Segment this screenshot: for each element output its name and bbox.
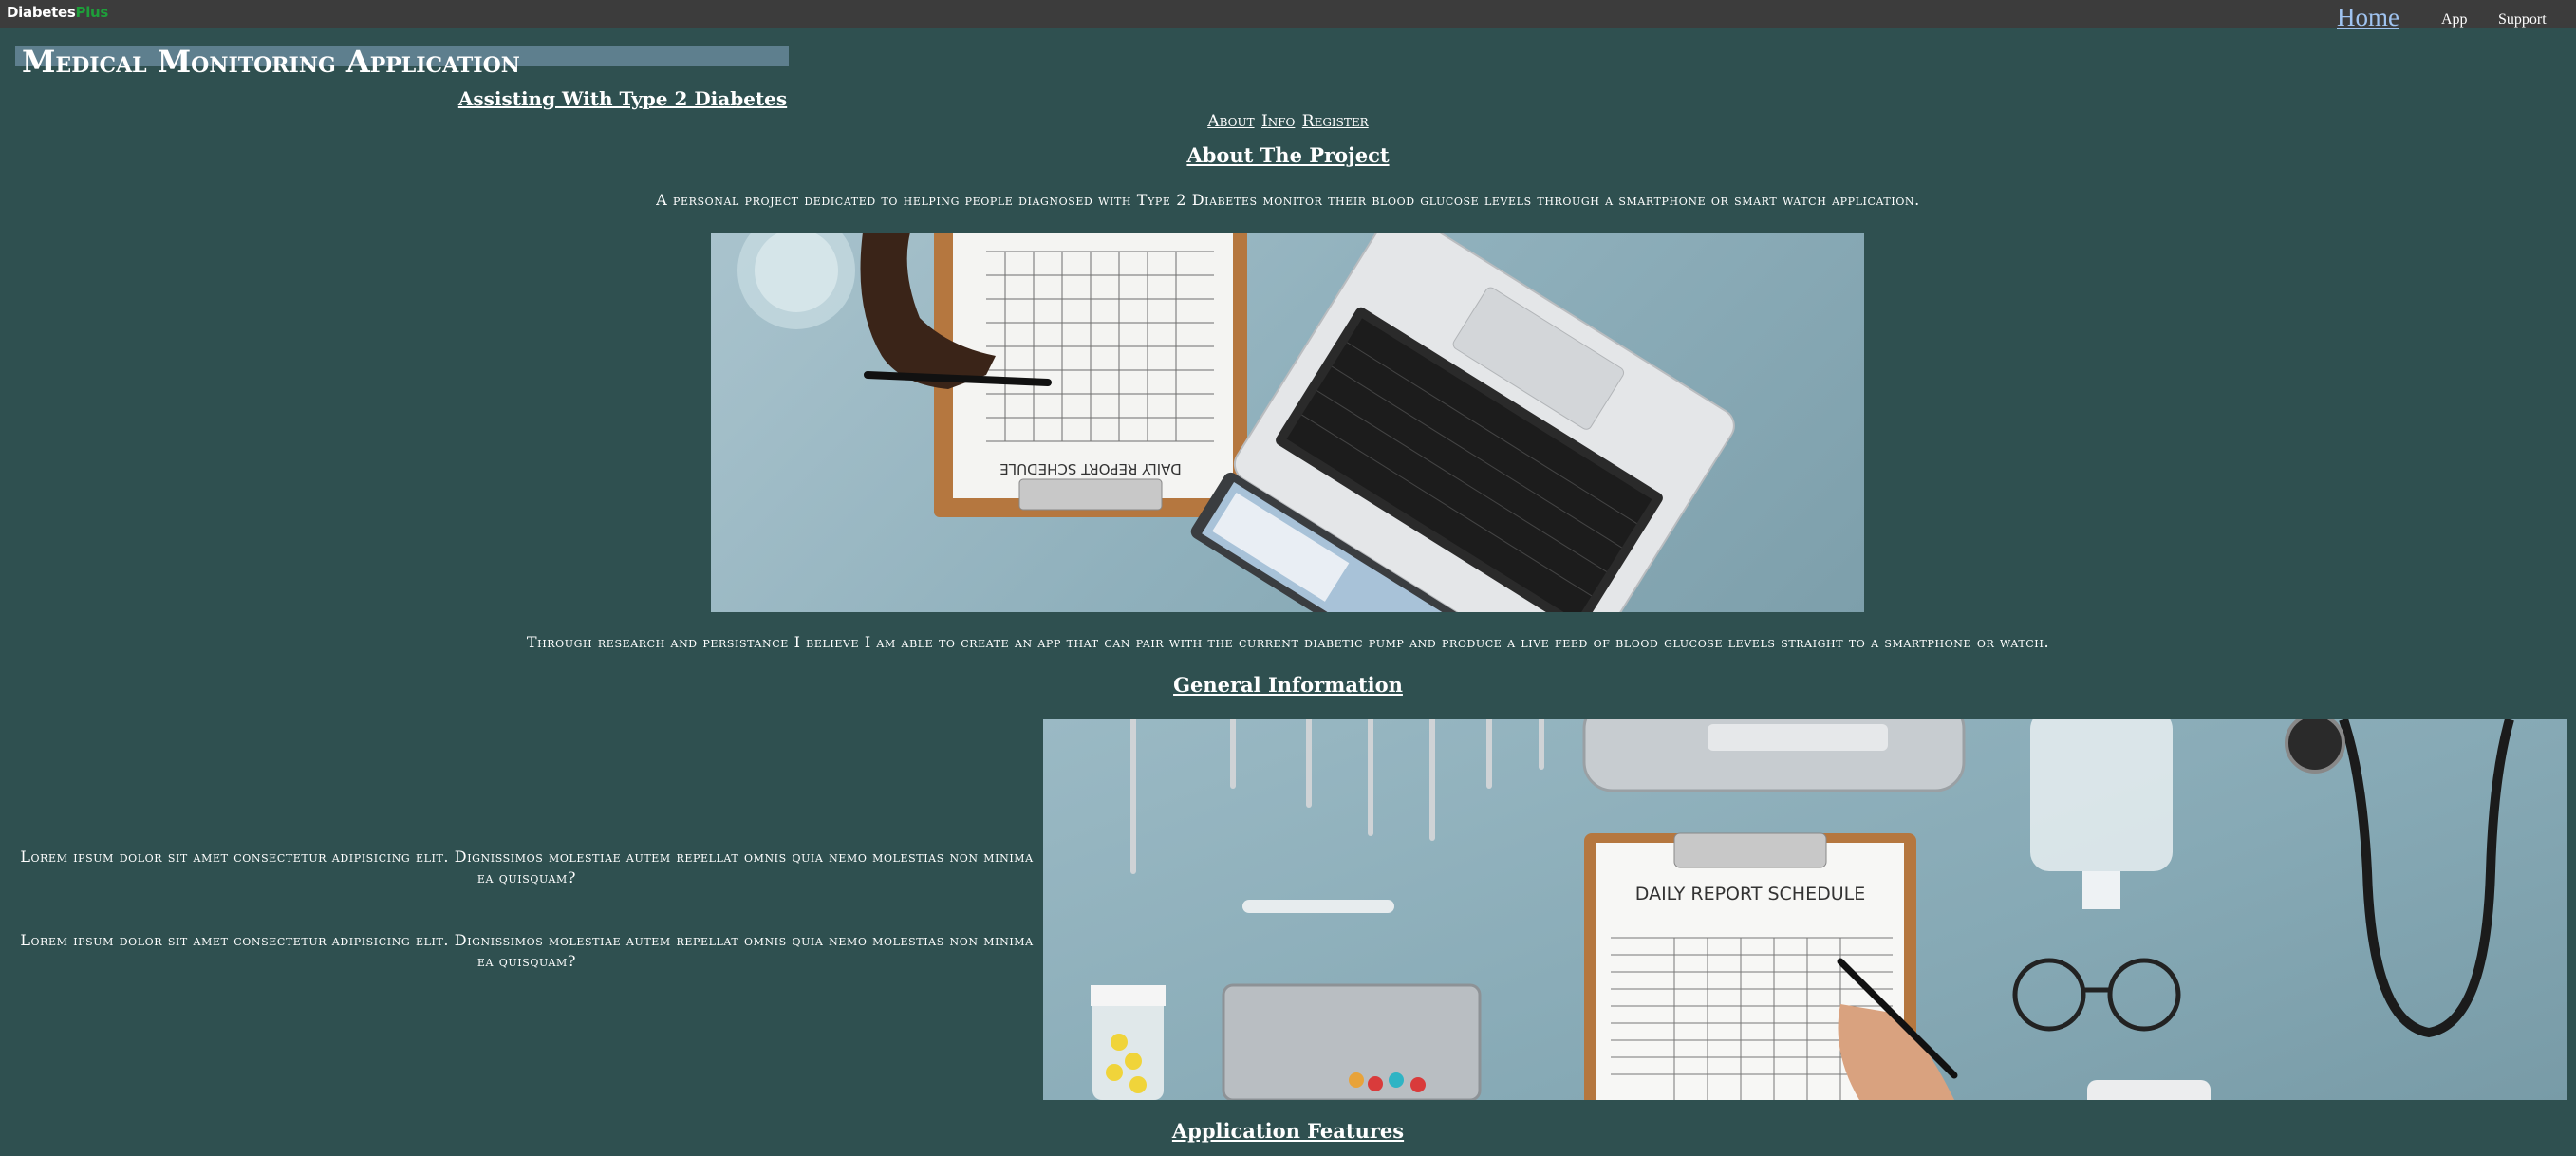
info-photo: DAILY REPORT SCHEDULE — [1043, 719, 2567, 1100]
page-title: Medical Monitoring Application — [22, 44, 520, 80]
info-paragraph-1: Lorem ipsum dolor sit amet consectetur a… — [20, 848, 1034, 886]
brand-name-part2: Plus — [75, 4, 109, 21]
nav-support-link[interactable]: Support — [2498, 11, 2547, 28]
top-navbar: DiabetesPlus Home App Support — [0, 0, 2576, 31]
svg-text:DAILY REPORT SCHEDULE: DAILY REPORT SCHEDULE — [1635, 884, 1865, 904]
nav-app-link[interactable]: App — [2441, 11, 2468, 28]
link-about[interactable]: About — [1207, 112, 1254, 131]
section-links: About Info Register — [0, 112, 2576, 131]
about-research-text: Through research and persistance I belie… — [526, 633, 2050, 651]
about-heading: About The Project — [1186, 143, 1390, 167]
info-heading: General Information — [1173, 673, 1403, 697]
info-paragraph-2: Lorem ipsum dolor sit amet consectetur a… — [20, 931, 1034, 970]
about-photo: DAILY REPORT SCHEDULE — [711, 233, 1864, 612]
svg-text:DAILY REPORT SCHEDULE: DAILY REPORT SCHEDULE — [999, 460, 1181, 477]
link-register[interactable]: Register — [1302, 112, 1369, 131]
laptop-illustration — [1190, 233, 1735, 612]
brand-name-part1: Diabetes — [7, 4, 76, 21]
link-info[interactable]: Info — [1261, 112, 1295, 131]
features-heading: Application Features — [1171, 1119, 1405, 1143]
brand-logo[interactable]: DiabetesPlus — [7, 4, 108, 21]
nav-home-link[interactable]: Home — [2337, 3, 2399, 32]
about-intro-text: A personal project dedicated to helping … — [656, 191, 1920, 209]
page-subtitle: Assisting With Type 2 Diabetes — [457, 87, 788, 110]
